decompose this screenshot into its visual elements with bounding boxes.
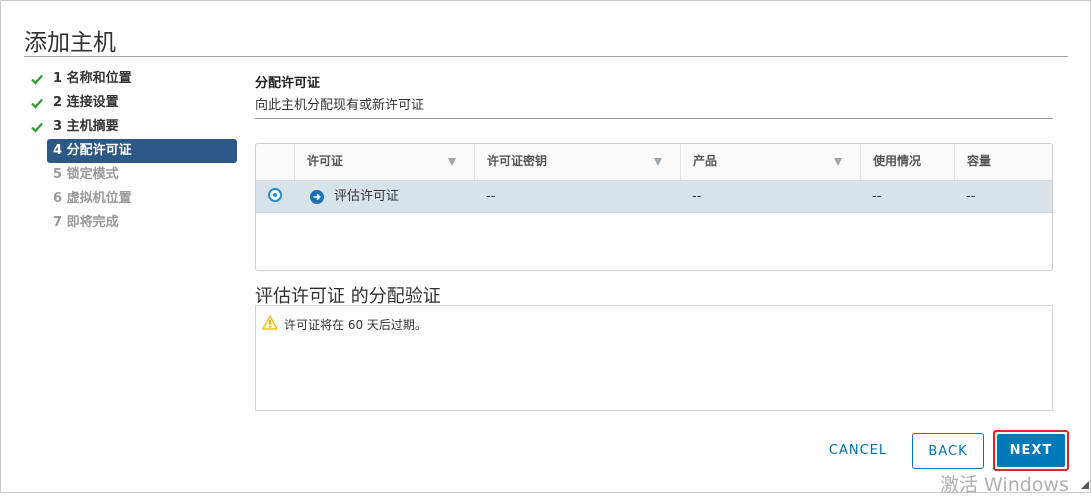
warning-icon (262, 315, 278, 330)
step-vm-location: 6 虚拟机位置 (29, 187, 237, 211)
section-description: 向此主机分配现有或新许可证 (255, 98, 425, 113)
back-button[interactable]: BACK (912, 433, 984, 469)
next-button-highlight: NEXT (993, 430, 1069, 471)
cell-product: -- (692, 189, 702, 204)
step-label: 7 即将完成 (53, 215, 119, 230)
step-label: 1 名称和位置 (53, 71, 132, 86)
radio-selected-dot (273, 193, 277, 197)
step-label: 5 锁定模式 (53, 167, 119, 182)
step-connection-settings[interactable]: 2 连接设置 (29, 91, 237, 115)
cell-license: 评估许可证 (334, 189, 400, 204)
cell-license-key: -- (486, 189, 496, 204)
license-table: 许可证 许可证密钥 产品 使用情况 容量 评估许可证 -- -- -- -- (255, 143, 1053, 271)
step-lockdown-mode: 5 锁定模式 (29, 163, 237, 187)
filter-icon[interactable] (654, 158, 662, 166)
step-label: 3 主机摘要 (53, 119, 119, 134)
title-divider (24, 56, 1068, 57)
step-assign-license[interactable]: 4 分配许可证 (47, 139, 237, 163)
step-label: 6 虚拟机位置 (53, 191, 132, 206)
section-divider (255, 118, 1053, 119)
cancel-button[interactable]: CANCEL (821, 433, 895, 469)
table-header: 许可证 许可证密钥 产品 使用情况 容量 (256, 144, 1052, 181)
step-ready-to-complete: 7 即将完成 (29, 211, 237, 235)
cell-usage: -- (872, 189, 882, 204)
cell-capacity: -- (966, 189, 976, 204)
column-header-usage[interactable]: 使用情况 (860, 144, 954, 180)
step-host-summary[interactable]: 3 主机摘要 (29, 115, 237, 139)
column-header-license-key[interactable]: 许可证密钥 (474, 144, 680, 180)
wizard-steps: 1 名称和位置 2 连接设置 3 主机摘要 4 分配许可证 5 锁定模式 6 虚… (29, 67, 237, 235)
check-icon (31, 122, 43, 133)
dialog-title: 添加主机 (24, 30, 116, 56)
step-label: 4 分配许可证 (53, 143, 132, 158)
section-title: 分配许可证 (255, 76, 321, 91)
check-icon (31, 98, 43, 109)
select-column-header (256, 144, 294, 180)
next-button[interactable]: NEXT (997, 434, 1065, 467)
column-header-product[interactable]: 产品 (680, 144, 860, 180)
resize-handle-icon[interactable] (1081, 481, 1089, 489)
step-label: 2 连接设置 (53, 95, 119, 110)
add-host-dialog: 添加主机 1 名称和位置 2 连接设置 3 主机摘要 4 分配许可证 5 锁定模… (0, 0, 1091, 493)
check-icon (31, 74, 43, 85)
validation-message: 许可证将在 60 天后过期。 (284, 318, 427, 332)
filter-icon[interactable] (834, 158, 842, 166)
validation-box: 许可证将在 60 天后过期。 (255, 305, 1053, 411)
filter-icon[interactable] (448, 158, 456, 166)
table-row[interactable]: 评估许可证 -- -- -- -- (256, 181, 1052, 213)
column-header-license[interactable]: 许可证 (294, 144, 474, 180)
column-header-capacity[interactable]: 容量 (954, 144, 1052, 180)
step-name-location[interactable]: 1 名称和位置 (29, 67, 237, 91)
